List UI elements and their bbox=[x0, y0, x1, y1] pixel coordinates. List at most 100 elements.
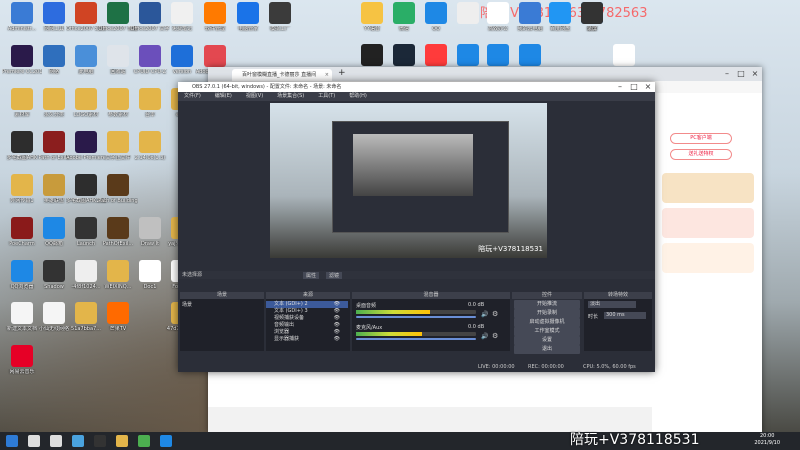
gift-privilege-button[interactable]: 送礼送特权 bbox=[670, 149, 732, 160]
desktop-icon-label: 录屏 bbox=[586, 26, 597, 32]
obs-menu-item[interactable]: 帮助(H) bbox=[349, 93, 367, 99]
nested-obs-window bbox=[332, 121, 509, 233]
app-icon bbox=[361, 44, 383, 66]
source-item[interactable]: 文本 (GDI+) 3 👁 bbox=[266, 308, 348, 315]
desktop-icon[interactable]: 2.14.0c(1.3) bbox=[130, 131, 170, 173]
eye-icon[interactable]: 👁 bbox=[334, 315, 340, 322]
app-icon bbox=[11, 217, 33, 239]
app-icon bbox=[107, 174, 129, 196]
obs-maximize-icon[interactable]: □ bbox=[627, 82, 641, 92]
volume-slider[interactable] bbox=[356, 338, 476, 340]
app-icon bbox=[425, 2, 447, 24]
app-icon bbox=[139, 217, 161, 239]
obs-menu-item[interactable]: 编辑(E) bbox=[215, 93, 232, 99]
source-item[interactable]: 视频捕获设备 👁 bbox=[266, 315, 348, 322]
properties-button[interactable]: 属性 bbox=[303, 272, 320, 279]
app-icon bbox=[581, 2, 603, 24]
obs-control-button[interactable]: 工作室模式 bbox=[514, 327, 580, 336]
obs-menu-item[interactable]: 文件(F) bbox=[184, 93, 201, 99]
desktop-icon[interactable]: Path of Building bbox=[98, 174, 138, 216]
source-item[interactable]: 文本 (GDI+) 2 👁 bbox=[266, 301, 348, 308]
app-icon bbox=[11, 2, 33, 24]
minimize-icon[interactable]: – bbox=[720, 67, 734, 81]
desktop-icon[interactable]: 网易云音乐 bbox=[2, 345, 42, 387]
browser-icon[interactable] bbox=[72, 435, 84, 447]
app-icon bbox=[139, 45, 161, 67]
obs-minimize-icon[interactable]: – bbox=[613, 82, 627, 92]
mixer-channel-name: 桌面音频 bbox=[356, 303, 377, 309]
eye-icon[interactable]: 👁 bbox=[334, 329, 340, 336]
scene-item[interactable]: 场景 bbox=[182, 301, 192, 308]
app-icon bbox=[139, 260, 161, 282]
source-item[interactable]: 音频输出 👁 bbox=[266, 322, 348, 329]
volume-meter bbox=[356, 332, 476, 336]
obs-icon[interactable] bbox=[94, 435, 106, 447]
promo-banner[interactable] bbox=[662, 173, 754, 203]
obs-menu-item[interactable]: 视图(V) bbox=[246, 93, 263, 99]
app-icon bbox=[11, 302, 33, 324]
app-icon bbox=[43, 260, 65, 282]
app-icon bbox=[393, 2, 415, 24]
scenes-header: 场景 bbox=[180, 292, 264, 299]
app-icon bbox=[11, 88, 33, 110]
eye-icon[interactable]: 👁 bbox=[334, 336, 340, 343]
taskview-icon[interactable] bbox=[50, 435, 62, 447]
obs-control-button[interactable]: 退出 bbox=[514, 345, 580, 354]
volume-meter-fill bbox=[356, 332, 422, 336]
speaker-icon[interactable]: 🔊 bbox=[481, 333, 488, 340]
obs-titlebar: OBS 27.0.1 (64-bit, windows) - 配置文件: 未命名… bbox=[178, 82, 655, 92]
app-icon bbox=[107, 260, 129, 282]
desktop-icon[interactable]: 模拟工厂 bbox=[260, 2, 300, 44]
search-icon[interactable] bbox=[28, 435, 40, 447]
app-icon bbox=[107, 217, 129, 239]
chrome-icon[interactable] bbox=[138, 435, 150, 447]
app-icon bbox=[75, 302, 97, 324]
desktop-icon-label: 芒果TV bbox=[109, 326, 127, 332]
gear-icon[interactable]: ⚙ bbox=[492, 310, 498, 318]
obs-menu-item[interactable]: 场景集合(S) bbox=[277, 93, 304, 99]
close-window-icon[interactable]: × bbox=[748, 67, 762, 81]
obs-control-button[interactable]: 开始推流 bbox=[514, 300, 580, 309]
close-tab-icon[interactable]: × bbox=[325, 69, 329, 81]
obs-control-button[interactable]: 设置 bbox=[514, 336, 580, 345]
obs-control-button[interactable]: 启动虚拟摄像机 bbox=[514, 318, 580, 327]
volume-slider[interactable] bbox=[356, 316, 476, 318]
source-item[interactable]: 浏览器 👁 bbox=[266, 329, 348, 336]
gear-icon[interactable]: ⚙ bbox=[492, 332, 498, 340]
duration-input[interactable]: 300 ms bbox=[604, 312, 646, 319]
source-item[interactable]: 显示器捕获 👁 bbox=[266, 336, 348, 343]
eye-icon[interactable]: 👁 bbox=[334, 322, 340, 329]
qq-icon[interactable] bbox=[160, 435, 172, 447]
app-icon bbox=[43, 131, 65, 153]
cpu-status: CPU: 5.0%, 60.00 fps bbox=[583, 364, 636, 370]
desktop-icon[interactable]: 芒果TV bbox=[98, 302, 138, 344]
eye-icon[interactable]: 👁 bbox=[334, 308, 340, 315]
speaker-icon[interactable]: 🔊 bbox=[481, 311, 488, 318]
start-icon[interactable] bbox=[6, 435, 18, 447]
transition-select[interactable]: 淡出 bbox=[588, 301, 636, 308]
obs-menu-item[interactable]: 工具(T) bbox=[318, 93, 335, 99]
desktop-icon-label: 模拟工厂 bbox=[269, 26, 290, 32]
app-icon bbox=[204, 45, 226, 67]
filters-button[interactable]: 滤镜 bbox=[326, 272, 343, 279]
obs-close-icon[interactable]: × bbox=[641, 82, 655, 92]
promo-banner-3[interactable] bbox=[662, 243, 754, 273]
new-tab-button[interactable]: + bbox=[338, 68, 346, 78]
app-icon bbox=[43, 2, 65, 24]
browser-tab[interactable]: 百叶窗模糊直播_卡德丽莎 直播间 × bbox=[232, 69, 332, 81]
explorer-icon[interactable] bbox=[116, 435, 128, 447]
obs-preview[interactable]: 陪玩+V378118531 bbox=[270, 103, 547, 258]
preview-overlay-text: 陪玩+V378118531 bbox=[478, 245, 543, 253]
desktop-icon[interactable]: 录屏 bbox=[572, 2, 612, 44]
obs-control-button[interactable]: 开始录制 bbox=[514, 309, 580, 318]
eye-icon[interactable]: 👁 bbox=[334, 301, 340, 308]
maximize-icon[interactable]: □ bbox=[734, 67, 748, 81]
taskbar-clock[interactable]: 20:00 2021/9/10 bbox=[754, 433, 780, 447]
no-source-label: 未选择源 bbox=[182, 272, 203, 278]
promo-banner-2[interactable] bbox=[662, 208, 754, 238]
duration-label: 时长 bbox=[588, 314, 599, 320]
app-icon bbox=[171, 45, 193, 67]
pc-client-button[interactable]: PC客户端 bbox=[670, 133, 732, 144]
source-label: 浏览器 bbox=[274, 329, 290, 335]
app-icon bbox=[361, 2, 383, 24]
